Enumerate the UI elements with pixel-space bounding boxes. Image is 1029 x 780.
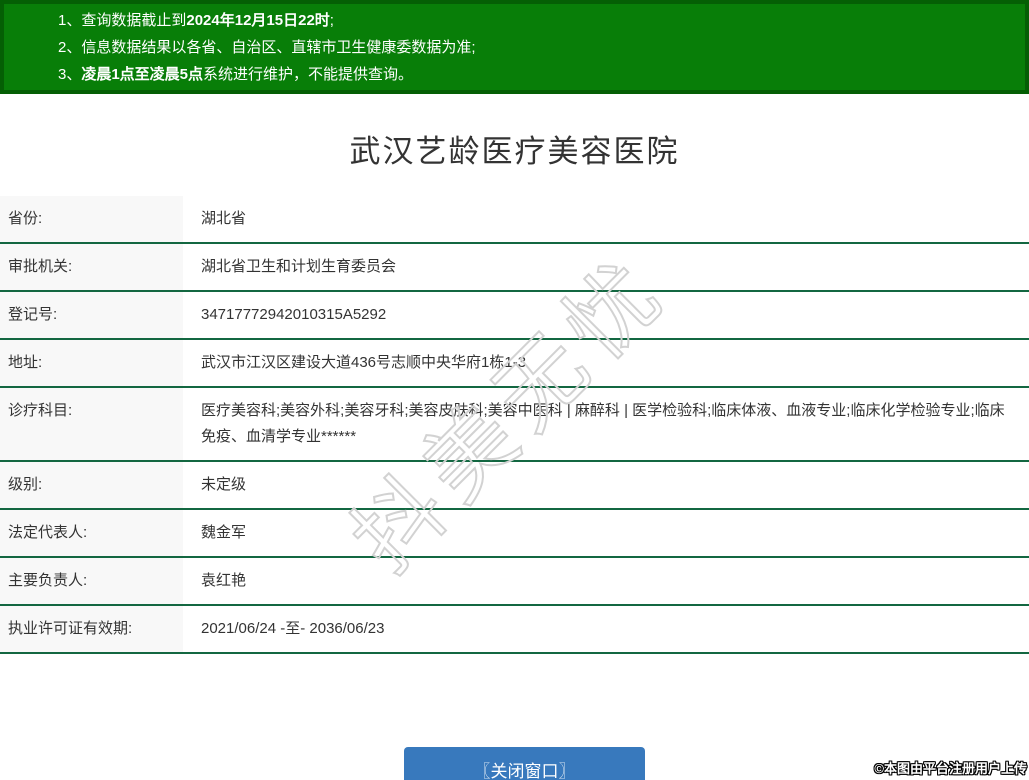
table-row-province: 省份: 湖北省 xyxy=(0,196,1029,244)
table-row-address: 地址: 武汉市江汉区建设大道436号志顺中央华府1栋1-3 xyxy=(0,340,1029,388)
notice-text: 信息数据结果以各省、自治区、直辖市卫生健康委数据为准; xyxy=(81,39,476,56)
notice-text-bold: 凌晨1点至凌晨5点 xyxy=(81,66,204,83)
query-result-page: 1、查询数据截止到2024年12月15日22时; 2、信息数据结果以各省、自治区… xyxy=(0,0,1029,780)
row-label: 地址: xyxy=(0,340,183,386)
row-value: 袁红艳 xyxy=(201,572,247,589)
table-row-registration-number: 登记号: 34717772942010315A5292 xyxy=(0,292,1029,340)
notice-text-bold: 2024年12月15日22时 xyxy=(186,12,330,29)
notice-number: 2、 xyxy=(58,39,82,56)
row-value: 未定级 xyxy=(201,476,247,493)
row-value: 湖北省卫生和计划生育委员会 xyxy=(201,258,397,275)
notice-line-2: 2、信息数据结果以各省、自治区、直辖市卫生健康委数据为准; xyxy=(58,34,1015,61)
notice-number: 1、 xyxy=(58,12,82,29)
hospital-info-table: 省份: 湖北省 审批机关: 湖北省卫生和计划生育委员会 登记号: 3471777… xyxy=(0,196,1029,654)
row-value: 医疗美容科;美容外科;美容牙科;美容皮肤科;美容中医科 | 麻醉科 | 医学检验… xyxy=(201,402,1005,445)
row-label: 审批机关: xyxy=(0,244,183,290)
row-value: 34717772942010315A5292 xyxy=(201,306,387,323)
notice-text: 查询数据截止到 xyxy=(81,12,187,29)
row-value: 武汉市江汉区建设大道436号志顺中央华府1栋1-3 xyxy=(201,354,527,371)
row-label: 执业许可证有效期: xyxy=(0,606,183,652)
table-row-legal-representative: 法定代表人: 魏金军 xyxy=(0,510,1029,558)
notice-text: 系统进行维护，不能提供查询。 xyxy=(203,66,414,83)
table-row-person-in-charge: 主要负责人: 袁红艳 xyxy=(0,558,1029,606)
notice-line-3: 3、凌晨1点至凌晨5点系统进行维护，不能提供查询。 xyxy=(58,61,1015,88)
row-value: 湖北省 xyxy=(201,210,247,227)
notice-line-1: 1、查询数据截止到2024年12月15日22时; xyxy=(58,7,1015,34)
row-label: 主要负责人: xyxy=(0,558,183,604)
notice-text: ; xyxy=(329,12,334,29)
row-label: 诊疗科目: xyxy=(0,388,183,460)
table-row-license-validity: 执业许可证有效期: 2021/06/24 -至- 2036/06/23 xyxy=(0,606,1029,654)
row-label: 级别: xyxy=(0,462,183,508)
row-value: 魏金军 xyxy=(201,524,247,541)
table-row-level: 级别: 未定级 xyxy=(0,462,1029,510)
table-row-medical-subjects: 诊疗科目: 医疗美容科;美容外科;美容牙科;美容皮肤科;美容中医科 | 麻醉科 … xyxy=(0,388,1029,462)
row-value: 2021/06/24 -至- 2036/06/23 xyxy=(201,620,385,637)
notice-banner: 1、查询数据截止到2024年12月15日22时; 2、信息数据结果以各省、自治区… xyxy=(0,0,1029,94)
hospital-title: 武汉艺龄医疗美容医院 xyxy=(349,134,680,169)
close-window-button[interactable]: 〖关闭窗口〗 xyxy=(404,747,645,780)
notice-number: 3、 xyxy=(58,66,82,83)
row-label: 登记号: xyxy=(0,292,183,338)
table-row-approval-authority: 审批机关: 湖北省卫生和计划生育委员会 xyxy=(0,244,1029,292)
row-label: 法定代表人: xyxy=(0,510,183,556)
copyright-watermark: ©本图由平台注册用户上传 xyxy=(874,761,1027,776)
row-label: 省份: xyxy=(0,196,183,242)
